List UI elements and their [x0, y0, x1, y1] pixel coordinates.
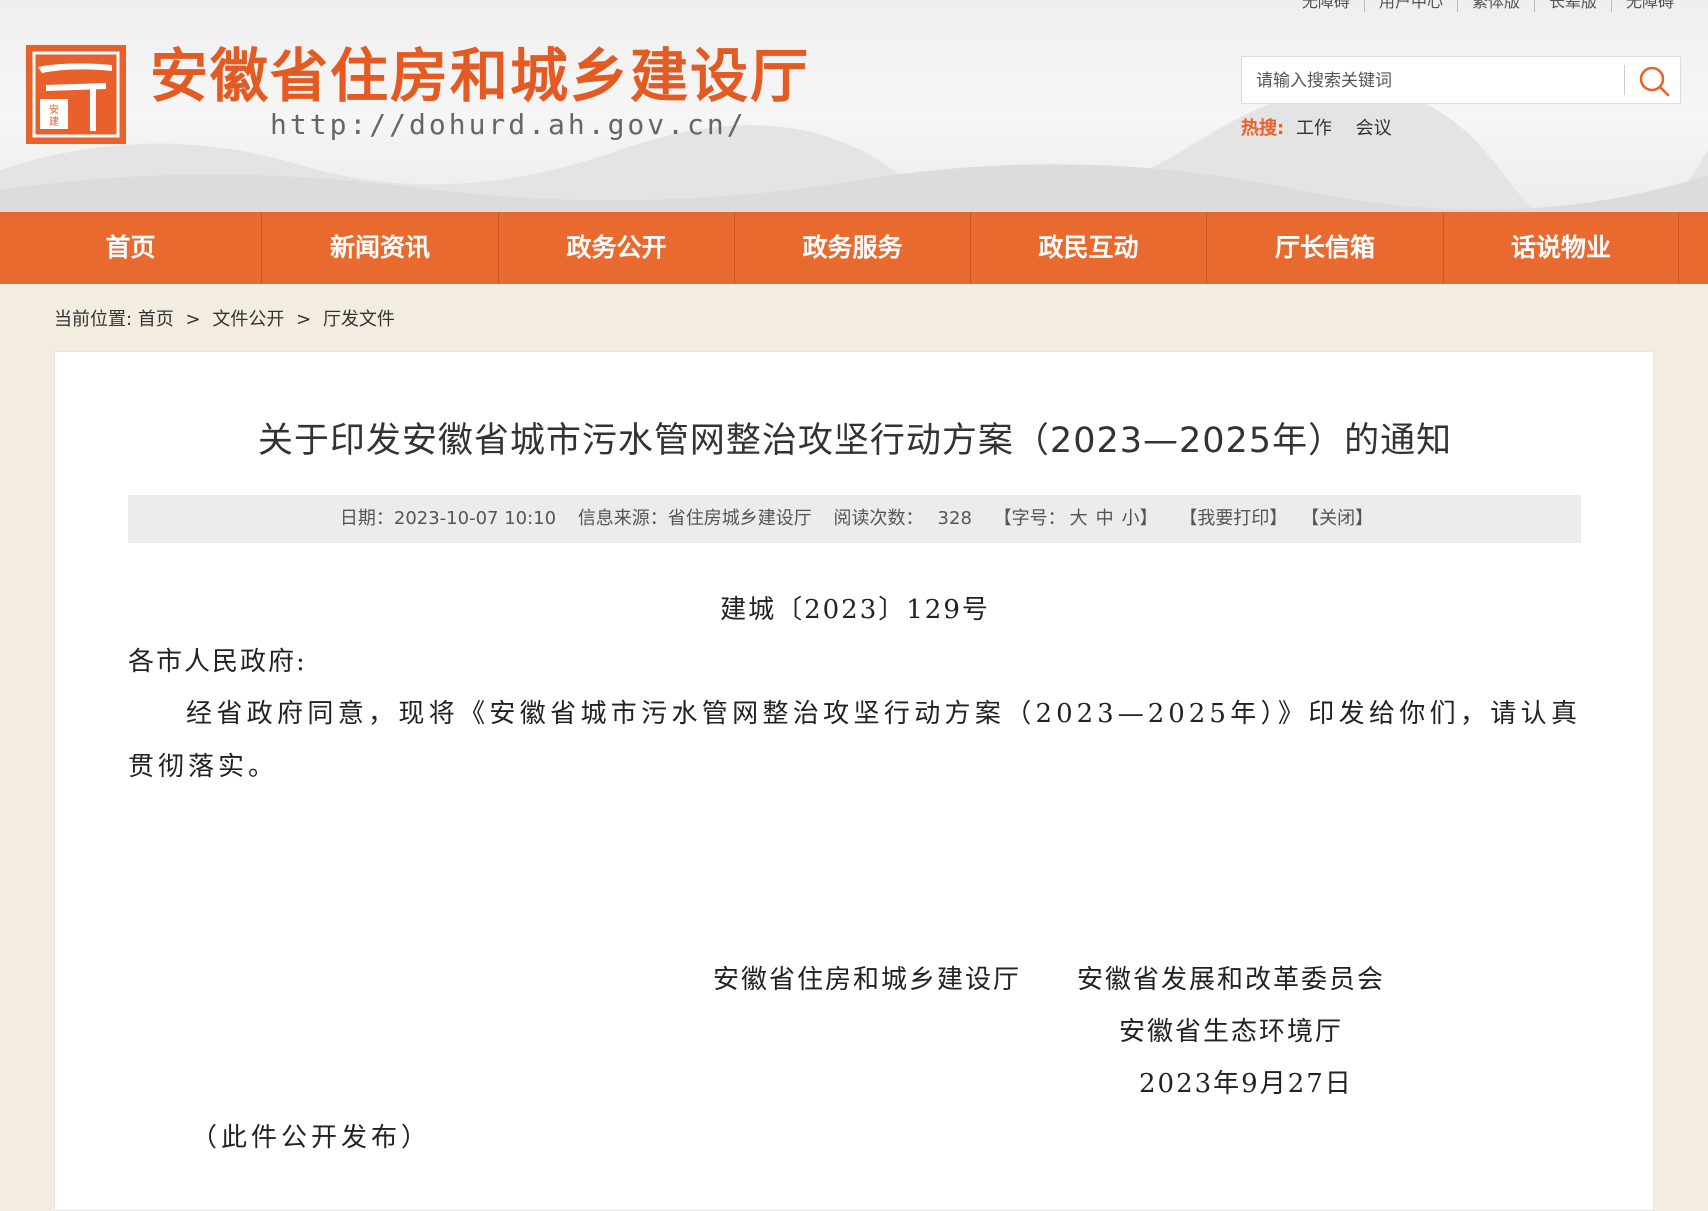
sign-date: 2023年9月27日 [1139, 1069, 1353, 1099]
meta-font-size: 【字号：大中小】 [994, 508, 1162, 529]
nav-item-news[interactable]: 新闻资讯 [262, 212, 499, 284]
main-nav: 首页 新闻资讯 政务公开 政务服务 政民互动 厅长信箱 话说物业 [0, 212, 1708, 284]
nav-item-director-mailbox[interactable]: 厅长信箱 [1207, 212, 1444, 284]
salutation: 各市人民政府: [128, 647, 307, 677]
search-input[interactable] [1242, 57, 1638, 105]
logo-emblem-icon: 安 建 [28, 47, 124, 142]
breadcrumb-prefix: 当前位置: [54, 309, 133, 330]
hot-keyword[interactable]: 会议 [1356, 118, 1392, 139]
breadcrumb-home[interactable]: 首页 [138, 309, 174, 330]
nav-item-gov-services[interactable]: 政务服务 [735, 212, 971, 284]
close-button[interactable]: 【关闭】 [1301, 508, 1373, 529]
search-icon [1639, 66, 1670, 97]
font-size-large-button[interactable]: 大 [1070, 508, 1088, 529]
search-box [1241, 56, 1681, 105]
search-divider [1624, 65, 1625, 95]
meta-source: 信息来源：省住房城乡建设厅 [577, 508, 812, 529]
breadcrumb: 当前位置: 首页 > 文件公开 > 厅发文件 [54, 305, 395, 331]
article-panel: 关于印发安徽省城市污水管网整治攻坚行动方案（2023—2025年）的通知 日期：… [54, 351, 1654, 1211]
signatory: 安徽省生态环境厅 [1119, 1017, 1344, 1047]
site-title: 安徽省住房和城乡建设厅 [150, 42, 811, 110]
font-size-medium-button[interactable]: 中 [1096, 508, 1114, 529]
signatory-row: 安徽省住房和城乡建设厅 安徽省发展和改革委员会 [713, 959, 1385, 996]
meta-views: 阅读次数： 328 [834, 508, 972, 529]
site-logo[interactable]: 安 建 [26, 45, 126, 144]
top-links: 无障碍 用户中心 繁体版 长辈版 无障碍 [1288, 0, 1688, 12]
body-paragraph: 经省政府同意，现将《安徽省城市污水管网整治攻坚行动方案（2023—2025年）》… [128, 699, 1581, 782]
top-link[interactable]: 用户中心 [1363, 0, 1457, 12]
signatory: 安徽省住房和城乡建设厅 [713, 965, 1022, 995]
print-button[interactable]: 【我要打印】 [1179, 508, 1287, 529]
nav-item-interaction[interactable]: 政民互动 [971, 212, 1207, 284]
svg-text:建: 建 [49, 115, 59, 128]
article-meta-bar: 日期：2023-10-07 10:10 信息来源：省住房城乡建设厅 阅读次数： 3… [128, 495, 1581, 543]
svg-text:安: 安 [49, 103, 59, 116]
article-title: 关于印发安徽省城市污水管网整治攻坚行动方案（2023—2025年）的通知 [257, 421, 1453, 461]
breadcrumb-separator: > [296, 309, 312, 330]
site-header: 无障碍 用户中心 繁体版 长辈版 无障碍 安 建 安徽省住房和城乡建设厅 htt… [0, 0, 1708, 212]
nav-item-gov-affairs-open[interactable]: 政务公开 [499, 212, 735, 284]
meta-views-count: 328 [937, 508, 972, 529]
top-link[interactable]: 无障碍 [1610, 0, 1688, 12]
site-url: http://dohurd.ah.gov.cn/ [270, 108, 747, 141]
nav-item-property-talk[interactable]: 话说物业 [1444, 212, 1679, 284]
meta-date: 日期：2023-10-07 10:10 [339, 508, 557, 529]
breadcrumb-separator: > [185, 309, 201, 330]
breadcrumb-file-open[interactable]: 文件公开 [212, 309, 284, 330]
publish-note: （此件公开发布） [191, 1123, 432, 1153]
hot-search: 热搜: 工作 会议 [1241, 114, 1410, 140]
document-number: 建城〔2023〕129号 [720, 595, 990, 625]
top-link[interactable]: 繁体版 [1456, 0, 1534, 12]
nav-item-home[interactable]: 首页 [0, 212, 262, 284]
signatory: 安徽省发展和改革委员会 [1077, 965, 1386, 995]
top-link[interactable]: 长辈版 [1533, 0, 1611, 12]
search-button[interactable] [1636, 63, 1672, 99]
hot-keyword[interactable]: 工作 [1296, 118, 1332, 139]
font-size-small-button[interactable]: 小】 [1122, 508, 1158, 529]
breadcrumb-dept-files[interactable]: 厅发文件 [323, 309, 395, 330]
top-link[interactable]: 无障碍 [1288, 0, 1364, 12]
meta-views-label: 阅读次数： [833, 508, 924, 529]
font-size-label: 【字号： [993, 508, 1066, 529]
hot-search-label: 热搜: [1241, 118, 1285, 139]
